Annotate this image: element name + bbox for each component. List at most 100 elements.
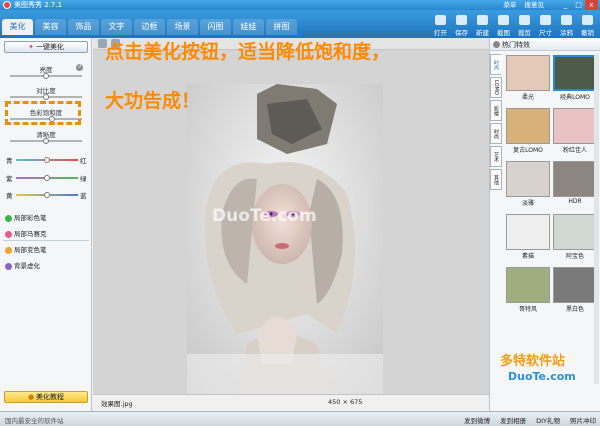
resize-icon: [540, 15, 551, 25]
effects-icon: [493, 41, 500, 48]
panel-divider: [3, 240, 89, 241]
feedback-link[interactable]: 搜意见: [525, 1, 545, 9]
sharpness-handle[interactable]: [43, 138, 49, 144]
tab-doll[interactable]: 娃娃: [233, 19, 264, 35]
tab-flash[interactable]: 闪图: [200, 19, 231, 35]
local-color-pen-button[interactable]: 局部彩色笔: [5, 214, 47, 223]
one-click-beautify-button[interactable]: ✦ 一键美化: [4, 41, 88, 53]
resize-button[interactable]: 尺寸: [535, 14, 556, 37]
brightness-handle[interactable]: [43, 73, 49, 79]
contrast-slider[interactable]: [10, 94, 82, 100]
tab-decoration[interactable]: 饰品: [68, 19, 99, 35]
effect-thumbnail: [506, 161, 550, 197]
tutorial-button[interactable]: ● 美化教程: [4, 391, 88, 403]
canvas-status: 效果图.jpg 450 × 675: [93, 394, 489, 411]
title-links: 菜单 搜意见: [497, 0, 544, 10]
diy-gift-button[interactable]: DIY礼物: [536, 415, 560, 425]
portrait-image: [187, 84, 383, 403]
tab-category-6[interactable]: 其他: [490, 169, 502, 190]
new-button[interactable]: 新建: [472, 14, 493, 37]
window-controls: _ □ x: [559, 0, 598, 10]
photo-print-button[interactable]: 照片冲印: [570, 415, 596, 425]
purple-green-slider[interactable]: [16, 175, 78, 181]
effect-thumbnail: [506, 108, 550, 144]
app-title: 美图秀秀 2.7.1: [14, 1, 63, 9]
purple-green-handle[interactable]: [44, 175, 50, 181]
tab-frame[interactable]: 边框: [134, 19, 165, 35]
share-weibo-button[interactable]: 发到微博: [464, 415, 490, 425]
effect-thumbnail: [506, 214, 550, 250]
open-button[interactable]: 打开: [430, 14, 451, 37]
tab-category-5[interactable]: 艺术: [490, 146, 502, 167]
bottom-slogan: 国内最安全的软件站: [5, 417, 64, 425]
crop-button[interactable]: 裁剪: [514, 14, 535, 37]
watermark-url: DuoTe.com: [508, 370, 576, 383]
red-label: 红: [80, 157, 87, 165]
effects-header: 热门特效: [490, 38, 600, 51]
mosaic-icon: [5, 231, 12, 238]
local-recolor-pen-button[interactable]: 局部变色笔: [5, 246, 47, 255]
share-links: 发到微博 发到相册 DIY礼物 照片冲印: [454, 415, 596, 425]
folder-icon: [435, 15, 446, 25]
effect-thumbnail: [553, 108, 597, 144]
contrast-handle[interactable]: [43, 94, 49, 100]
menu-link[interactable]: 菜单: [503, 1, 516, 9]
cyan-red-slider[interactable]: [16, 157, 78, 163]
cyan-red-handle[interactable]: [44, 157, 50, 163]
screenshot-button[interactable]: 截图: [493, 14, 514, 37]
tab-category-2[interactable]: LOMO: [490, 77, 502, 98]
effect-thumbnail: [506, 55, 550, 91]
background-blur-button[interactable]: 背景虚化: [5, 262, 40, 271]
save-icon: [456, 15, 467, 25]
yellow-label: 黄: [6, 192, 13, 200]
undo-icon: [582, 15, 593, 25]
nav-tabs: 美化 美容 饰品 文字 边框 场景 闪图 娃娃 拼图: [2, 19, 299, 35]
tab-scene[interactable]: 场景: [167, 19, 198, 35]
effect-thumbnail: [553, 55, 597, 91]
image-dimensions: 450 × 675: [328, 398, 363, 406]
effect-thumbnail: [553, 214, 597, 250]
instruction-text-line1: 点击美化按钮，适当降低饱和度，: [105, 41, 391, 63]
watermark-logo: 多特软件站: [500, 354, 566, 369]
blur-icon: [5, 263, 12, 270]
tab-category-3[interactable]: 影楼: [490, 100, 502, 121]
highlight-box: [5, 101, 81, 125]
effects-scrollbar[interactable]: [594, 54, 599, 384]
instruction-text-line2: 大功告成！: [105, 90, 201, 112]
bottom-bar: 国内最安全的软件站 发到微博 发到相册 DIY礼物 照片冲印: [0, 411, 600, 426]
screenshot-icon: [498, 15, 509, 25]
color-pen-icon: [5, 215, 12, 222]
sharpness-slider[interactable]: [10, 138, 82, 144]
tab-category-4[interactable]: 时尚: [490, 123, 502, 144]
blue-label: 蓝: [80, 192, 87, 200]
app-logo-icon: [3, 1, 11, 9]
maximize-icon[interactable]: □: [572, 0, 585, 10]
reset-icon[interactable]: ↺: [76, 64, 83, 71]
effect-thumbnail: [553, 267, 597, 303]
brightness-slider[interactable]: [10, 73, 82, 79]
minimize-icon[interactable]: _: [559, 0, 572, 10]
new-file-icon: [477, 15, 488, 25]
yellow-blue-slider[interactable]: [16, 192, 78, 198]
effect-category-tabs: 时尚 LOMO 影楼 时尚 艺术 其他: [490, 54, 503, 192]
main-nav: 美化 美容 饰品 文字 边框 场景 闪图 娃娃 拼图 打开 保存 新建 截图 裁…: [0, 10, 600, 38]
tab-face[interactable]: 美容: [35, 19, 66, 35]
effects-title: 热门特效: [502, 41, 530, 49]
tab-collage[interactable]: 拼图: [266, 19, 297, 35]
yellow-blue-handle[interactable]: [44, 192, 50, 198]
undo-button[interactable]: 撤销: [577, 14, 598, 37]
tab-category-1[interactable]: 时尚: [490, 54, 502, 75]
close-icon[interactable]: x: [585, 0, 598, 10]
doodle-button[interactable]: 涂鸦: [556, 14, 577, 37]
tab-text[interactable]: 文字: [101, 19, 132, 35]
photo-canvas[interactable]: [187, 84, 383, 403]
effect-thumbnail: [506, 267, 550, 303]
tab-beautify[interactable]: 美化: [2, 19, 33, 35]
share-album-button[interactable]: 发到相册: [500, 415, 526, 425]
center-watermark: DuoTe.com: [212, 206, 317, 226]
adjust-panel: ✦ 一键美化 亮度 ↺ 对比度 色彩饱和度 清晰度 青 红 紫 绿 黄 蓝 局部彩…: [0, 38, 92, 411]
magic-wand-icon: ✦: [28, 43, 34, 51]
local-mosaic-button[interactable]: 局部马赛克: [5, 230, 47, 239]
brush-icon: [561, 15, 572, 25]
save-button[interactable]: 保存: [451, 14, 472, 37]
